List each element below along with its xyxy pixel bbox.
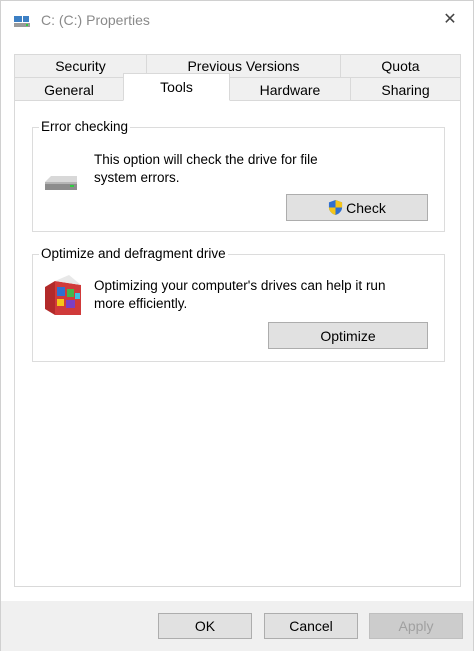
tab-label: Hardware: [259, 81, 321, 98]
check-button[interactable]: Check: [286, 194, 428, 221]
cancel-button[interactable]: Cancel: [264, 613, 358, 639]
description-line: Optimizing your computer's drives can he…: [94, 278, 386, 293]
description-line: more efficiently.: [94, 296, 188, 311]
tab-sharing[interactable]: Sharing: [350, 77, 461, 101]
tab-label: Previous Versions: [187, 58, 300, 74]
properties-window: C: (C:) Properties ✕ Security Previous V…: [0, 0, 474, 651]
optimize-legend: Optimize and defragment drive: [39, 246, 228, 262]
tab-general[interactable]: General: [14, 77, 124, 101]
tab-label: Sharing: [381, 81, 430, 98]
description-line: This option will check the drive for fil…: [94, 152, 318, 167]
tab-tools[interactable]: Tools: [123, 73, 230, 101]
error-checking-group: Error checking This option will check th…: [32, 119, 445, 232]
ok-button-label: OK: [194, 618, 216, 634]
drive-icon: [14, 16, 30, 27]
tab-quota[interactable]: Quota: [340, 54, 461, 77]
close-button[interactable]: ✕: [427, 1, 473, 37]
tab-label: Security: [55, 58, 106, 74]
check-button-label: Check: [346, 199, 386, 216]
uac-shield-icon: [329, 200, 343, 215]
error-checking-legend: Error checking: [39, 119, 131, 135]
optimize-description: Optimizing your computer's drives can he…: [94, 277, 439, 313]
dialog-footer: OK Cancel Apply: [1, 601, 473, 651]
window-title: C: (C:) Properties: [41, 12, 150, 28]
defrag-icon: [45, 275, 81, 315]
description-line: system errors.: [94, 170, 180, 185]
ok-button[interactable]: OK: [158, 613, 252, 639]
tab-hardware[interactable]: Hardware: [229, 77, 351, 101]
optimize-group: Optimize and defragment drive Optimizing…: [32, 246, 445, 362]
optimize-button[interactable]: Optimize: [268, 322, 428, 349]
tab-label: General: [44, 81, 94, 98]
optimize-button-label: Optimize: [320, 327, 376, 344]
apply-button[interactable]: Apply: [369, 613, 463, 639]
tab-label: Quota: [381, 58, 420, 74]
error-checking-description: This option will check the drive for fil…: [94, 151, 394, 187]
cancel-button-label: Cancel: [289, 618, 333, 634]
tab-label: Tools: [160, 79, 193, 95]
title-bar[interactable]: C: (C:) Properties ✕: [1, 1, 473, 41]
close-icon: ✕: [443, 11, 457, 28]
apply-button-label: Apply: [398, 618, 434, 634]
tools-tab-panel: Error checking This option will check th…: [14, 100, 461, 587]
drive-icon: [45, 176, 77, 190]
